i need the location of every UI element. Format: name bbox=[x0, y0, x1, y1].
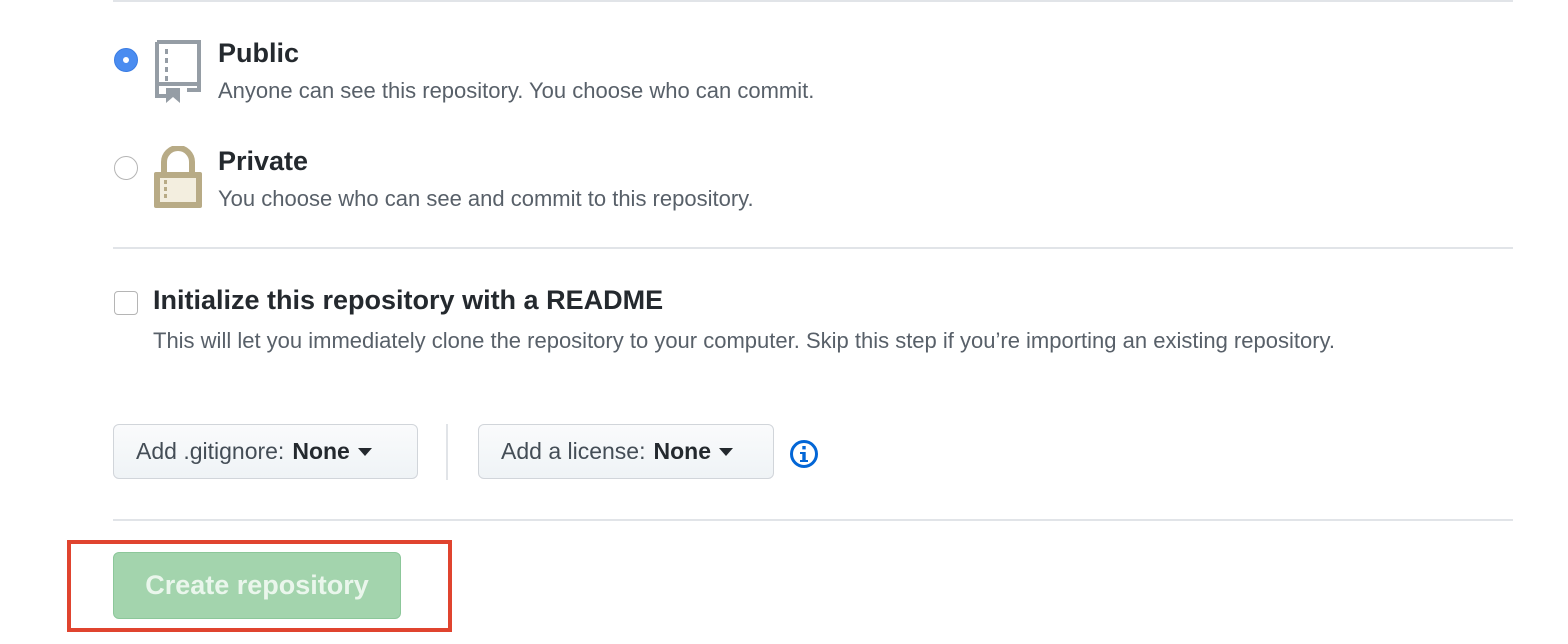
highlight-box bbox=[67, 540, 452, 632]
readme-description: This will let you immediately clone the … bbox=[153, 328, 1335, 353]
private-description: You choose who can see and commit to thi… bbox=[218, 186, 754, 211]
divider-middle bbox=[113, 247, 1513, 249]
gitignore-value: None bbox=[292, 438, 350, 464]
gitignore-dropdown[interactable]: Add .gitignore: None bbox=[113, 424, 418, 479]
public-radio[interactable] bbox=[114, 48, 138, 72]
license-dropdown[interactable]: Add a license: None bbox=[478, 424, 774, 479]
readme-checkbox[interactable] bbox=[114, 291, 138, 315]
caret-down-icon bbox=[357, 447, 372, 456]
divider-top bbox=[113, 0, 1513, 2]
license-label: Add a license: bbox=[501, 438, 646, 464]
public-title: Public bbox=[218, 38, 300, 68]
gitignore-label: Add .gitignore: bbox=[136, 438, 285, 464]
license-value: None bbox=[653, 438, 711, 464]
public-description: Anyone can see this repository. You choo… bbox=[218, 78, 815, 103]
private-title: Private bbox=[218, 146, 309, 176]
private-radio[interactable] bbox=[114, 156, 138, 180]
repo-book-icon bbox=[152, 40, 202, 109]
lock-icon bbox=[152, 145, 204, 215]
divider-bottom bbox=[113, 519, 1513, 521]
readme-title: Initialize this repository with a README bbox=[153, 285, 664, 315]
caret-down-icon bbox=[718, 447, 733, 456]
dropdown-divider bbox=[446, 424, 448, 480]
info-icon[interactable] bbox=[789, 439, 819, 474]
